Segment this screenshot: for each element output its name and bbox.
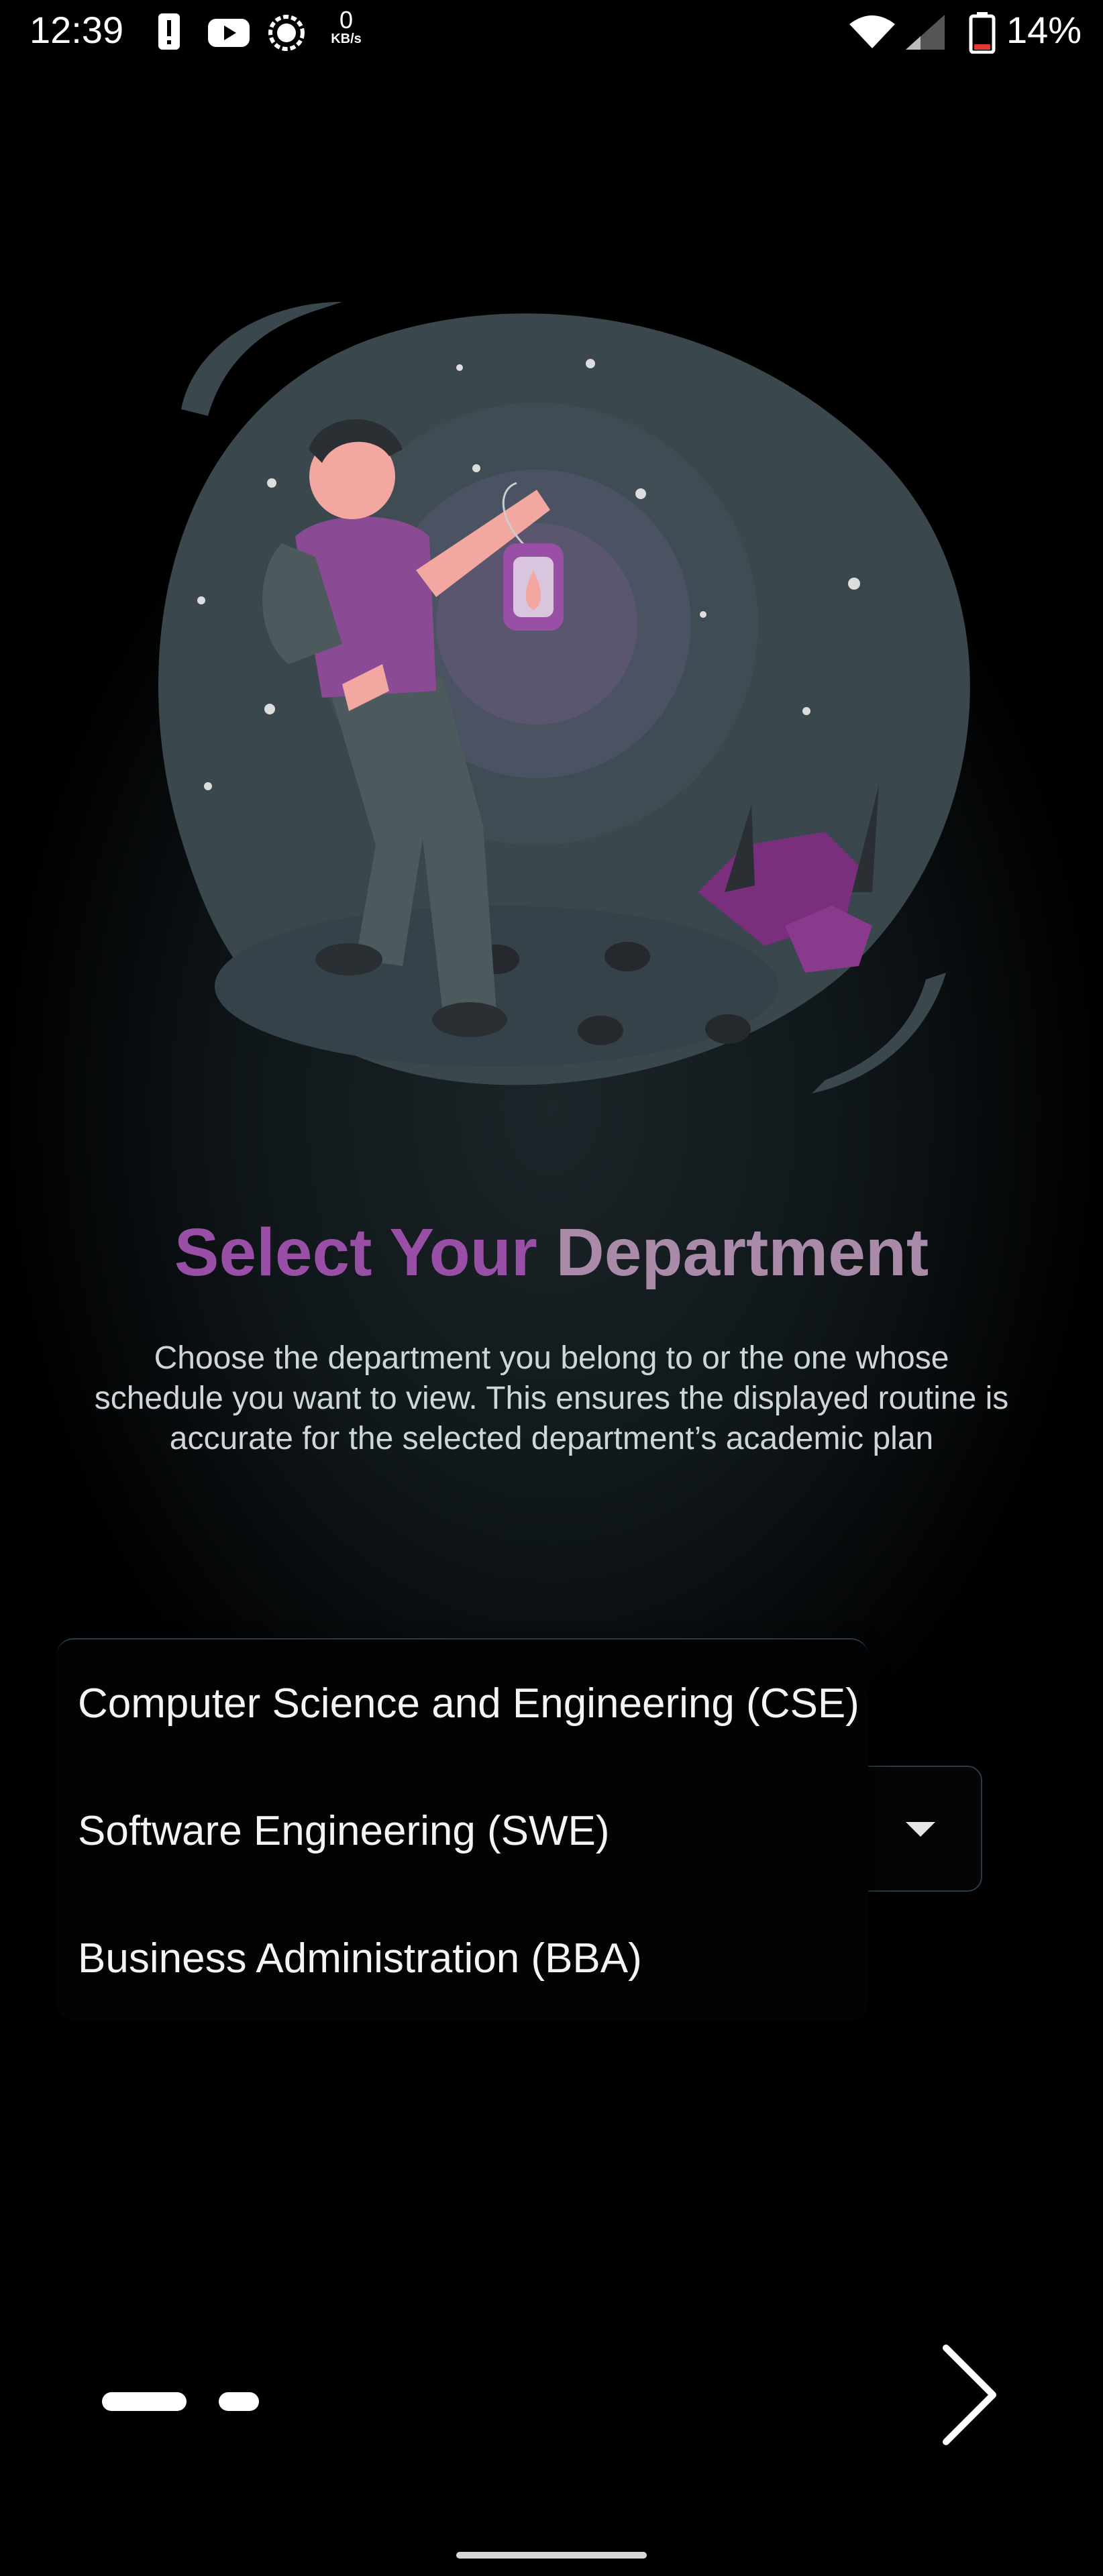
next-button[interactable] (933, 2341, 1013, 2449)
status-time: 12:39 (30, 9, 124, 51)
battery-percent: 14% (1006, 9, 1082, 51)
dropdown-arrow-icon[interactable] (906, 1822, 935, 1837)
department-option-bba[interactable]: Business Administration (BBA) (56, 1894, 868, 2022)
youtube-icon (207, 12, 251, 56)
chevron-right-icon (943, 2345, 996, 2445)
app-screen: 12:39 0 KB/s 14% Select Your Department … (0, 0, 1103, 2576)
page-description: Choose the department you belong to or t… (94, 1340, 1009, 1456)
network-speed-value: 0 (339, 6, 354, 34)
title-part-2: Department (556, 1215, 929, 1290)
page-title: Select Your Department (0, 1214, 1103, 1291)
battery-icon (969, 12, 996, 57)
title-part-1: Select Your (174, 1215, 537, 1290)
page-indicator-inactive (219, 2392, 259, 2411)
wifi-icon (848, 12, 896, 56)
network-speed-unit: KB/s (331, 32, 362, 46)
settings-icon (266, 12, 307, 57)
network-speed: 0 KB/s (326, 8, 366, 46)
status-bar: 12:39 0 KB/s 14% (0, 0, 1103, 67)
page-indicator-active (102, 2392, 187, 2411)
person-with-lantern-illustration (121, 288, 986, 1147)
alert-icon (156, 12, 182, 56)
home-indicator[interactable] (456, 2552, 647, 2559)
department-option-cse[interactable]: Computer Science and Engineering (CSE) (56, 1640, 868, 1767)
signal-icon (903, 12, 947, 56)
department-option-swe[interactable]: Software Engineering (SWE) (56, 1767, 868, 1894)
department-dropdown-menu: Computer Science and Engineering (CSE) S… (56, 1638, 868, 2021)
